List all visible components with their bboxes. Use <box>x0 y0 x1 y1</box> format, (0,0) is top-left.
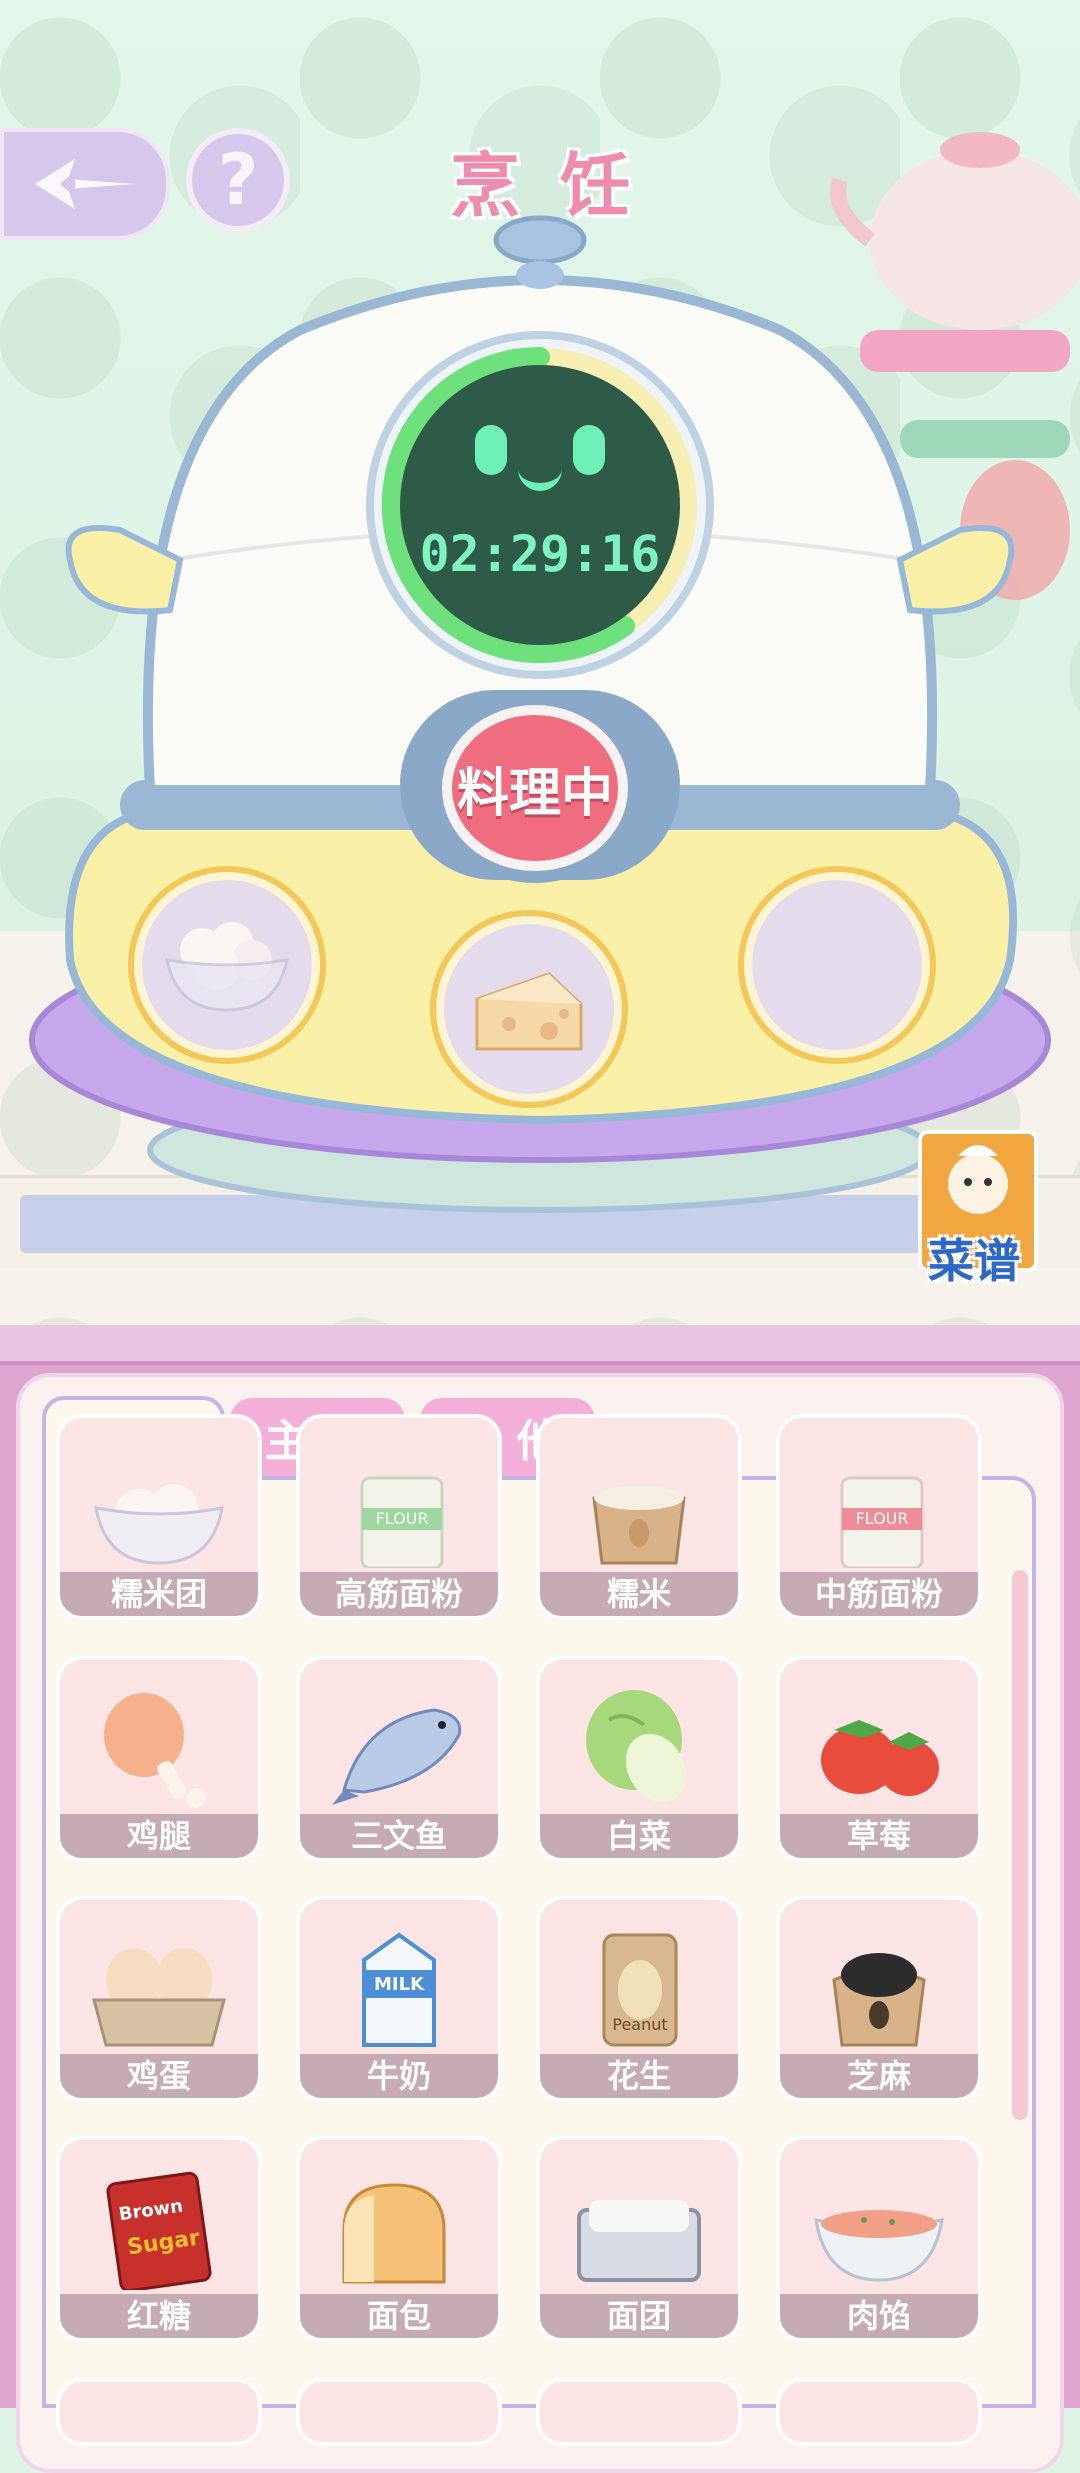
item-label: 花生 <box>540 2054 738 2098</box>
cooking-status-button[interactable]: 料理中 <box>442 705 628 871</box>
ingredient-slot-1[interactable] <box>134 872 320 1058</box>
countdown-timer: 02:29:16 <box>419 525 661 583</box>
cabbage-icon <box>564 1680 714 1810</box>
peanut-bag-icon: Peanut <box>564 1920 714 2050</box>
robot-eye <box>475 425 507 475</box>
item-strawberry[interactable]: 草莓 <box>780 1660 978 1858</box>
bread-loaf-icon <box>324 2160 474 2290</box>
item-milk[interactable]: MILK 牛奶 <box>300 1900 498 2098</box>
scrollbar[interactable] <box>1012 1570 1028 2120</box>
dough-tray-icon <box>564 2160 714 2290</box>
item-label: 高筋面粉 <box>300 1572 498 1616</box>
item-label: 面包 <box>300 2294 498 2338</box>
brown-sugar-bag-icon: Brown Sugar <box>84 2160 234 2290</box>
peanut-package-text: Peanut <box>612 2015 667 2034</box>
item-label: 糯米 <box>540 1572 738 1616</box>
item-egg[interactable]: 鸡蛋 <box>60 1900 258 2098</box>
rice-ball-bowl-icon <box>84 1438 234 1568</box>
item-label: 草莓 <box>780 1814 978 1858</box>
chicken-leg-icon <box>84 1680 234 1810</box>
item-bread[interactable]: 面包 <box>300 2140 498 2338</box>
item-label: 红糖 <box>60 2294 258 2338</box>
flour-package-text: FLOUR <box>376 1509 429 1528</box>
item-label: 中筋面粉 <box>780 1572 978 1616</box>
cooker-machine <box>29 215 1051 1213</box>
item-label: 三文鱼 <box>300 1814 498 1858</box>
item-salmon[interactable]: 三文鱼 <box>300 1660 498 1858</box>
item-all-purpose-flour[interactable]: FLOUR 中筋面粉 <box>780 1418 978 1616</box>
rice-ball-bowl-icon <box>165 922 289 1012</box>
milk-package-text: MILK <box>374 1974 425 1995</box>
robot-mouth <box>518 469 562 491</box>
sesame-sack-icon <box>804 1920 954 2050</box>
egg-tray-icon <box>84 1920 234 2050</box>
item-brown-sugar[interactable]: Brown Sugar 红糖 <box>60 2140 258 2338</box>
panel-edge <box>0 1325 1080 1365</box>
timer-display: 02:29:16 <box>400 365 680 645</box>
flour-bag-icon: FLOUR <box>324 1438 474 1568</box>
item-peanut[interactable]: Peanut 花生 <box>540 1900 738 2098</box>
item-sticky-rice-ball[interactable]: 糯米团 <box>60 1418 258 1616</box>
item-minced-meat[interactable]: 肉馅 <box>780 2140 978 2338</box>
item-partial[interactable] <box>540 2382 738 2442</box>
ingredient-slot-3[interactable] <box>744 872 930 1058</box>
strawberry-icon <box>804 1680 954 1810</box>
rice-sack-icon <box>564 1438 714 1568</box>
item-chicken-leg[interactable]: 鸡腿 <box>60 1660 258 1858</box>
flour-package-text: FLOUR <box>856 1509 909 1528</box>
flour-bag-pink-icon: FLOUR <box>804 1438 954 1568</box>
item-label: 糯米团 <box>60 1572 258 1616</box>
item-partial[interactable] <box>60 2382 258 2442</box>
item-label: 牛奶 <box>300 2054 498 2098</box>
recipe-book-label[interactable]: 菜谱 <box>904 1225 1044 1291</box>
item-label: 芝麻 <box>780 2054 978 2098</box>
item-partial[interactable] <box>300 2382 498 2442</box>
robot-eye <box>573 425 605 475</box>
minced-meat-bowl-icon <box>804 2160 954 2290</box>
item-bread-flour[interactable]: FLOUR 高筋面粉 <box>300 1418 498 1616</box>
item-label: 白菜 <box>540 1814 738 1858</box>
item-glutinous-rice[interactable]: 糯米 <box>540 1418 738 1616</box>
cat-chef-icon <box>948 1145 1008 1214</box>
item-label: 面团 <box>540 2294 738 2338</box>
item-sesame[interactable]: 芝麻 <box>780 1900 978 2098</box>
item-label: 鸡蛋 <box>60 2054 258 2098</box>
item-dough[interactable]: 面团 <box>540 2140 738 2338</box>
ingredient-slot-2[interactable] <box>436 916 622 1102</box>
item-partial[interactable] <box>780 2382 978 2442</box>
salmon-icon <box>324 1680 474 1810</box>
item-label: 鸡腿 <box>60 1814 258 1858</box>
cheese-icon <box>475 972 583 1051</box>
milk-carton-icon: MILK <box>324 1920 474 2050</box>
robot-face <box>400 425 680 495</box>
item-cabbage[interactable]: 白菜 <box>540 1660 738 1858</box>
item-label: 肉馅 <box>780 2294 978 2338</box>
